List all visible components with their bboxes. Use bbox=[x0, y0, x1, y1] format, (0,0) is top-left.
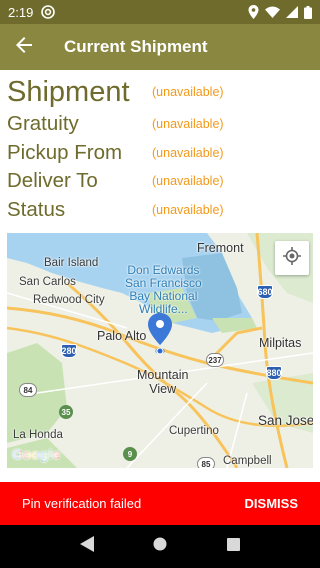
highway-shield-9: 9 bbox=[123, 447, 137, 461]
location-icon bbox=[248, 5, 259, 19]
map-label-milpitas: Milpitas bbox=[259, 336, 302, 350]
status-label: Status bbox=[7, 197, 66, 221]
pickup-label: Pickup From bbox=[7, 140, 123, 164]
at-sign-icon bbox=[41, 5, 56, 19]
map-label-mountain-view-line2: View bbox=[149, 382, 177, 396]
map-label-redwood-city: Redwood City bbox=[33, 294, 105, 306]
map-label-bair-island: Bair Island bbox=[44, 257, 99, 269]
system-nav-bar bbox=[0, 525, 320, 568]
pickup-row: Pickup From (unavailable) bbox=[0, 139, 320, 168]
deliver-row: Deliver To (unavailable) bbox=[0, 167, 320, 196]
my-location-icon bbox=[283, 246, 301, 270]
wifi-icon bbox=[265, 6, 280, 18]
map-label-san-jose: San Jose bbox=[258, 413, 313, 428]
highway-shield-280: 280 bbox=[61, 344, 77, 358]
map-label-la-honda: La Honda bbox=[13, 429, 63, 441]
gratuity-label: Gratuity bbox=[7, 112, 79, 136]
shipment-details: Shipment (unavailable) Gratuity (unavail… bbox=[0, 74, 320, 224]
status-row: Status (unavailable) bbox=[0, 196, 320, 225]
page-title: Current Shipment bbox=[64, 37, 208, 56]
highway-shield-680: 680 bbox=[257, 285, 273, 299]
map-label-fremont: Fremont bbox=[197, 241, 244, 255]
highway-shield-84: 84 bbox=[19, 383, 37, 397]
recents-square-icon bbox=[226, 537, 240, 556]
google-logo-text: Google bbox=[12, 446, 61, 462]
shipment-row: Shipment (unavailable) bbox=[0, 74, 320, 110]
map-label-mountain-view: Mountain View bbox=[137, 368, 188, 396]
snackbar-message: Pin verification failed bbox=[22, 496, 142, 511]
back-button[interactable] bbox=[0, 24, 48, 70]
status-bar: 2:19 bbox=[0, 0, 320, 24]
highway-shield-237: 237 bbox=[206, 353, 224, 367]
status-value: (unavailable) bbox=[152, 202, 224, 217]
map-label-san-carlos: San Carlos bbox=[19, 276, 76, 288]
dismiss-button[interactable]: DISMISS bbox=[245, 496, 298, 511]
shipment-label: Shipment bbox=[7, 75, 130, 108]
status-time: 2:19 bbox=[8, 4, 34, 20]
signal-icon bbox=[286, 6, 298, 18]
back-arrow-icon bbox=[16, 36, 32, 58]
gratuity-row: Gratuity (unavailable) bbox=[0, 110, 320, 139]
highway-shield-880: 880 bbox=[266, 366, 282, 380]
highway-shield-85: 85 bbox=[197, 457, 215, 468]
pickup-value: (unavailable) bbox=[152, 145, 224, 160]
map-label-mountain-view-line1: Mountain bbox=[137, 368, 189, 382]
location-pin-icon[interactable] bbox=[148, 313, 172, 360]
google-logo: Google bbox=[12, 446, 60, 462]
nav-home-button[interactable] bbox=[140, 527, 180, 567]
gratuity-value: (unavailable) bbox=[152, 117, 224, 132]
battery-icon bbox=[304, 5, 312, 19]
map-label-campbell: Campbell bbox=[223, 455, 272, 467]
nav-back-button[interactable] bbox=[67, 527, 107, 567]
map-label-palo-alto: Palo Alto bbox=[97, 329, 147, 343]
home-circle-icon bbox=[153, 537, 167, 556]
back-triangle-icon bbox=[79, 536, 94, 557]
my-location-button[interactable] bbox=[275, 241, 309, 275]
map-label-cupertino: Cupertino bbox=[169, 425, 219, 437]
nav-recents-button[interactable] bbox=[213, 527, 253, 567]
highway-shield-35: 35 bbox=[59, 405, 73, 419]
snackbar: Pin verification failed DISMISS bbox=[0, 482, 320, 525]
shipment-value: (unavailable) bbox=[152, 85, 224, 99]
deliver-label: Deliver To bbox=[7, 169, 98, 193]
deliver-value: (unavailable) bbox=[152, 174, 224, 189]
app-bar: Current Shipment bbox=[0, 24, 320, 70]
map-view[interactable]: Fremont Bair Island San Carlos Redwood C… bbox=[7, 233, 313, 468]
map-label-refuge: Don Edwards San Francisco Bay National W… bbox=[125, 264, 202, 316]
